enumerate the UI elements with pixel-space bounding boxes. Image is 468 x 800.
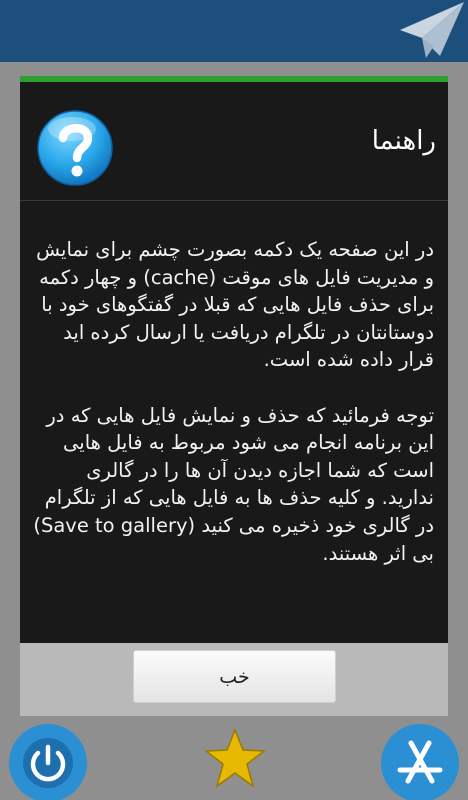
star-icon[interactable] [204, 728, 266, 790]
telegram-plane-icon [400, 2, 464, 58]
message-paragraph-1: در این صفحه یک دکمه بصورت چشم برای نمایش… [36, 238, 434, 372]
dialog-message: در این صفحه یک دکمه بصورت چشم برای نمایش… [30, 236, 434, 595]
help-dialog: راهنما در این صفحه یک دکمه بصورت چشم برا… [20, 76, 448, 716]
app-store-icon[interactable] [380, 723, 460, 800]
top-bar [0, 0, 468, 62]
ok-button[interactable]: خب [133, 650, 336, 703]
dialog-title: راهنما [371, 126, 436, 156]
message-paragraph-2: توجه فرمائید که حذف و نمایش فایل هایی که… [33, 403, 434, 565]
dialog-header: راهنما [20, 82, 448, 201]
bottom-bar [0, 716, 468, 800]
power-icon[interactable] [8, 723, 88, 800]
dialog-footer: خب [20, 643, 448, 716]
question-mark-icon [37, 110, 113, 186]
